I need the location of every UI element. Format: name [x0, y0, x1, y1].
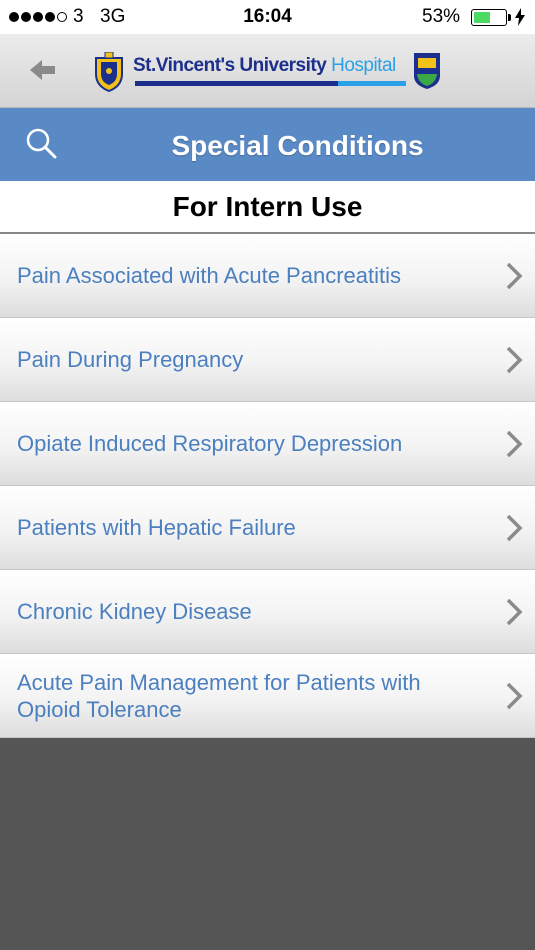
chevron-right-icon — [506, 430, 523, 458]
battery-percent: 53% — [422, 6, 461, 27]
svuh-crest-icon — [95, 52, 123, 92]
hospital-logo-text: St.Vincent's University Hospital — [133, 55, 396, 76]
back-arrow-icon[interactable] — [28, 56, 58, 84]
chevron-right-icon — [506, 682, 523, 710]
battery-icon — [471, 9, 511, 26]
ucd-crest-icon — [414, 53, 440, 89]
title-bar: Special Conditions — [0, 108, 535, 181]
chevron-right-icon — [506, 514, 523, 542]
list-item-label: Acute Pain Management for Patients with … — [17, 669, 421, 722]
list-item[interactable]: Pain Associated with Acute Pancreatitis — [0, 234, 535, 318]
list-item-label: Pain Associated with Acute Pancreatitis — [17, 263, 401, 288]
chevron-right-icon — [506, 262, 523, 290]
list-item-label: Patients with Hepatic Failure — [17, 515, 296, 540]
chevron-right-icon — [506, 598, 523, 626]
page-title: Special Conditions — [171, 130, 424, 161]
status-bar: 3 3G 16:04 53% — [0, 0, 535, 34]
list-item[interactable]: Opiate Induced Respiratory Depression — [0, 402, 535, 486]
list-item-label: Chronic Kidney Disease — [17, 599, 252, 624]
list-item[interactable]: Chronic Kidney Disease — [0, 570, 535, 654]
charging-icon — [515, 8, 525, 26]
logo-underline-accent — [338, 81, 406, 86]
search-icon[interactable] — [24, 126, 58, 160]
list-item[interactable]: Acute Pain Management for Patients with … — [0, 654, 535, 738]
section-heading: For Intern Use — [0, 181, 535, 234]
list-item[interactable]: Pain During Pregnancy — [0, 318, 535, 402]
chevron-right-icon — [506, 346, 523, 374]
list-item-label: Opiate Induced Respiratory Depression — [17, 431, 403, 456]
list-item-label: Pain During Pregnancy — [17, 347, 244, 372]
app-header: St.Vincent's University Hospital — [0, 34, 535, 108]
conditions-list: Pain Associated with Acute Pancreatitis … — [0, 234, 535, 738]
list-item[interactable]: Patients with Hepatic Failure — [0, 486, 535, 570]
